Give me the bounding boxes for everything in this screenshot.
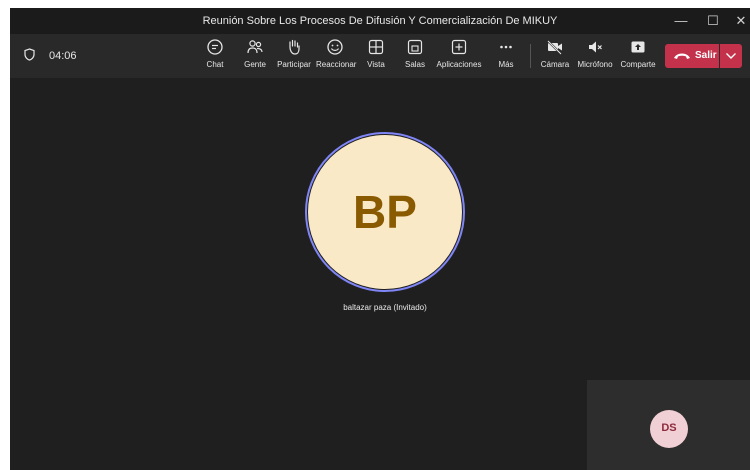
plus-square-icon <box>436 38 482 58</box>
meeting-window: Reunión Sobre Los Procesos De Difusión Y… <box>10 8 750 470</box>
leave-button[interactable]: Salir <box>665 44 719 68</box>
participant-initials: BP <box>353 186 417 238</box>
raise-hand-button[interactable]: Participar <box>276 38 312 70</box>
mic-label: Micrófono <box>577 60 613 69</box>
minimize-button[interactable]: — <box>670 11 692 31</box>
react-label: Reaccionar <box>316 60 357 69</box>
grid-icon <box>363 38 389 58</box>
chevron-down-icon <box>726 53 736 59</box>
meeting-timer: 04:06 <box>49 50 77 62</box>
shield-icon <box>24 48 35 66</box>
people-button[interactable]: Gente <box>240 38 270 70</box>
ellipsis-icon <box>493 38 519 58</box>
rooms-label: Salas <box>404 60 425 69</box>
view-button[interactable]: Vista <box>363 38 389 70</box>
meeting-title: Reunión Sobre Los Procesos De Difusión Y… <box>202 15 558 27</box>
camera-button[interactable]: Cámara <box>538 38 572 70</box>
raise-hand-icon <box>276 38 312 58</box>
close-button[interactable]: ✕ <box>730 11 750 31</box>
mic-muted-icon <box>575 38 615 58</box>
view-label: Vista <box>367 60 385 69</box>
rooms-icon <box>402 38 428 58</box>
more-button[interactable]: Más <box>493 38 519 70</box>
chat-button[interactable]: Chat <box>202 38 228 70</box>
share-icon <box>618 38 658 58</box>
phone-hangup-icon <box>674 53 690 59</box>
mic-button[interactable]: Micrófono <box>575 38 615 70</box>
leave-label: Salir <box>695 50 717 61</box>
self-avatar: DS <box>650 410 688 448</box>
rooms-button[interactable]: Salas <box>402 38 428 70</box>
more-label: Más <box>498 60 514 69</box>
self-initials: DS <box>661 422 677 434</box>
maximize-button[interactable]: ☐ <box>702 11 724 31</box>
smiley-icon <box>316 38 354 58</box>
leave-dropdown-button[interactable] <box>720 44 742 68</box>
share-button[interactable]: Comparte <box>618 38 658 70</box>
participant-avatar[interactable]: BP <box>308 135 462 289</box>
apps-button[interactable]: Aplicaciones <box>436 38 482 70</box>
people-label: Gente <box>244 60 266 69</box>
people-icon <box>240 38 270 58</box>
react-button[interactable]: Reaccionar <box>316 38 357 70</box>
share-label: Comparte <box>620 60 656 69</box>
title-bar: Reunión Sobre Los Procesos De Difusión Y… <box>10 8 750 34</box>
self-view-tile[interactable]: DS <box>587 380 750 470</box>
raise-hand-label: Participar <box>277 60 311 69</box>
camera-label: Cámara <box>540 60 570 69</box>
apps-label: Aplicaciones <box>436 60 482 69</box>
chat-icon <box>202 38 228 58</box>
camera-off-icon <box>538 38 572 58</box>
participant-name: baltazar paza (Invitado) <box>343 303 427 312</box>
meeting-toolbar: 04:06 Chat Gente Participar Reaccionar V… <box>10 34 750 78</box>
toolbar-divider <box>530 44 531 68</box>
chat-label: Chat <box>206 60 224 69</box>
